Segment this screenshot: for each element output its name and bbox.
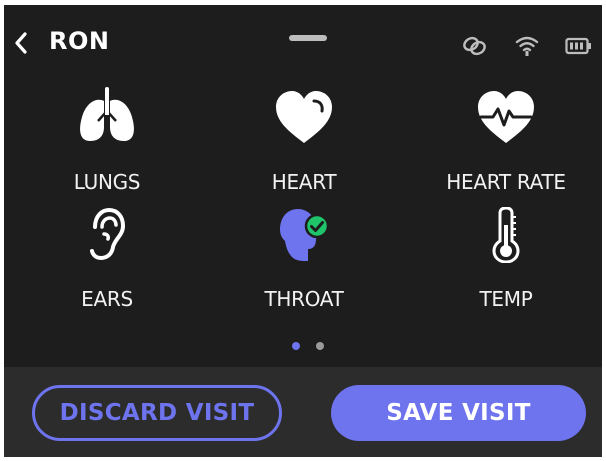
ear-icon xyxy=(90,207,126,261)
wifi-icon xyxy=(514,35,540,57)
exam-item-label: LUNGS xyxy=(73,170,141,194)
exam-item-label: EARS xyxy=(81,287,133,311)
battery-icon xyxy=(565,35,593,57)
action-footer: DISCARD VISIT SAVE VISIT xyxy=(4,367,602,457)
exam-item-lungs[interactable]: LUNGS xyxy=(22,85,192,205)
patient-name: RON xyxy=(49,27,110,55)
exam-item-heart-rate[interactable]: HEART RATE xyxy=(421,85,591,205)
exam-item-label: TEMP xyxy=(479,287,533,311)
exam-item-label: HEART RATE xyxy=(446,170,566,194)
exam-item-heart[interactable]: HEART xyxy=(219,85,389,205)
save-visit-button[interactable]: SAVE VISIT xyxy=(331,385,586,441)
heart-icon xyxy=(276,91,332,143)
exam-item-label: THROAT xyxy=(264,287,344,311)
exam-item-temp[interactable]: TEMP xyxy=(421,205,591,325)
page-indicator xyxy=(289,342,329,352)
page-dot[interactable] xyxy=(316,342,324,350)
discard-visit-button[interactable]: DISCARD VISIT xyxy=(32,385,282,441)
page-dot-active[interactable] xyxy=(292,342,300,350)
drag-handle[interactable] xyxy=(289,35,327,41)
exam-item-label: HEART xyxy=(271,170,337,194)
thermometer-icon xyxy=(492,207,520,263)
lungs-icon xyxy=(80,87,134,141)
link-icon xyxy=(462,35,488,57)
exam-item-throat[interactable]: THROAT xyxy=(219,205,389,325)
exam-item-ears[interactable]: EARS xyxy=(22,205,192,325)
heart-rate-icon xyxy=(478,91,534,143)
device-screen: RON LUNGS HEART HEART RATE EARS THROAT T… xyxy=(4,5,602,457)
back-chevron-icon[interactable] xyxy=(14,31,28,55)
throat-icon xyxy=(280,209,330,261)
